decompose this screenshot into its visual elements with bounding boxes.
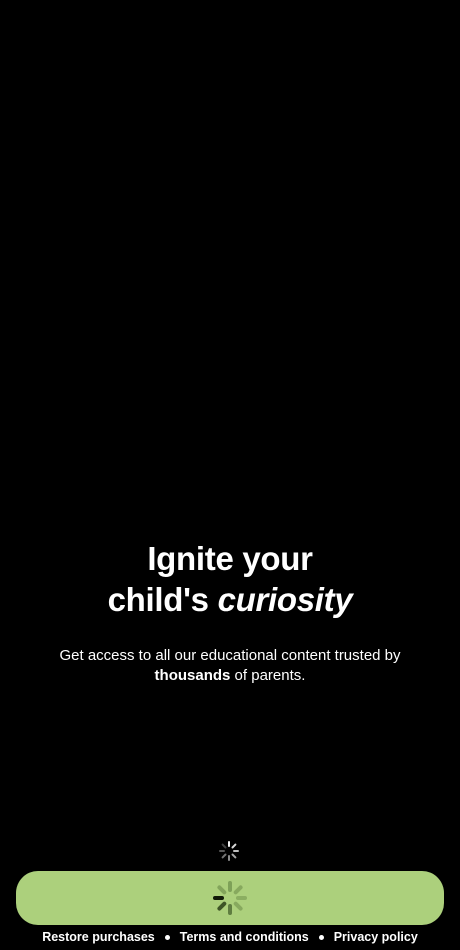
headline-emphasis: curiosity [217, 581, 353, 618]
loading-spinner-icon [213, 881, 247, 915]
separator-dot [164, 934, 170, 940]
headline: Ignite your child's curiosity [0, 538, 460, 620]
headline-prefix: child's [107, 581, 218, 618]
subtitle-bold: thousands [154, 667, 231, 684]
subscribe-button[interactable] [16, 871, 444, 925]
separator-dot [318, 934, 324, 940]
footer-links: Restore purchases Terms and conditions P… [0, 928, 460, 946]
subtitle-suffix: of parents. [230, 667, 306, 684]
restore-purchases-link[interactable]: Restore purchases [42, 930, 155, 944]
headline-line-2: child's curiosity [0, 579, 460, 620]
subtitle-prefix: Get access to all our educational conten… [59, 647, 401, 664]
subtitle: Get access to all our educational conten… [40, 646, 420, 686]
headline-line-1: Ignite your [147, 540, 313, 577]
loading-spinner-icon [219, 841, 239, 861]
terms-link[interactable]: Terms and conditions [180, 930, 309, 944]
hero-section: Ignite your child's curiosity Get access… [0, 538, 460, 686]
paywall-screen: Ignite your child's curiosity Get access… [0, 0, 460, 950]
privacy-link[interactable]: Privacy policy [334, 930, 418, 944]
